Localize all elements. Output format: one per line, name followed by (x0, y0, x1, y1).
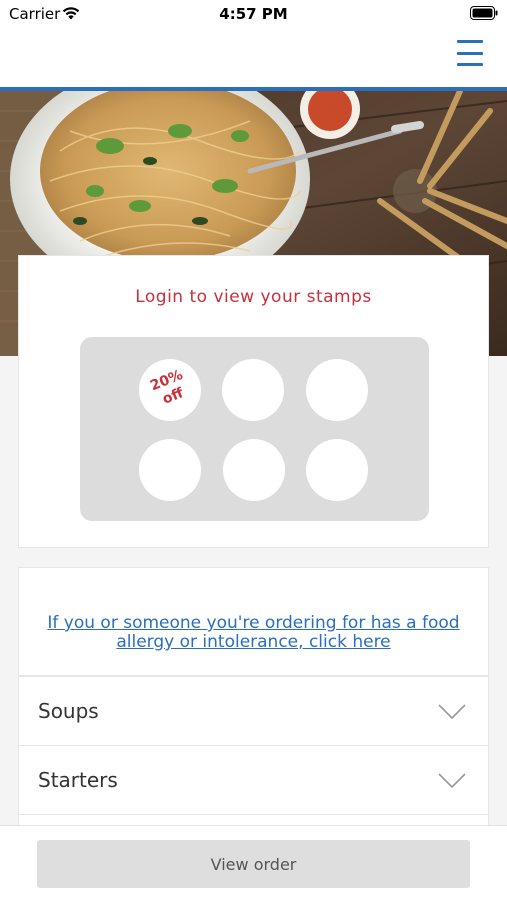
stamp-slot (223, 439, 285, 501)
stamp-reward: 20% off (139, 359, 201, 421)
status-bar: Carrier 4:57 PM (0, 0, 507, 30)
allergy-info-link[interactable]: If you or someone you're ordering for ha… (39, 614, 468, 652)
category-starters[interactable]: Starters (18, 745, 489, 815)
allergy-link-line1: If you or someone you're ordering for ha… (47, 613, 460, 633)
stamp-slot (222, 359, 284, 421)
allergy-card: If you or someone you're ordering for ha… (18, 567, 489, 676)
allergy-link-line2: allergy or intolerance, click here (116, 632, 391, 652)
app-header (0, 30, 507, 87)
stamp-slot (306, 439, 368, 501)
footer-bar: View order (0, 825, 507, 900)
battery-icon (470, 6, 498, 20)
category-label: Starters (38, 768, 118, 792)
stamp-reward-label: 20% off (135, 362, 205, 417)
chevron-down-icon (438, 773, 466, 789)
stamp-login-prompt[interactable]: Login to view your stamps (19, 287, 488, 307)
stamp-card: Login to view your stamps 20% off (18, 255, 489, 548)
view-order-button[interactable]: View order (37, 840, 470, 888)
chevron-down-icon (438, 704, 466, 720)
stamp-slot (306, 359, 368, 421)
hamburger-menu-icon[interactable] (455, 38, 485, 68)
stamp-slot (139, 439, 201, 501)
category-label: Soups (38, 699, 99, 723)
category-soups[interactable]: Soups (18, 676, 489, 746)
stamp-grid: 20% off (80, 337, 429, 521)
clock: 4:57 PM (219, 5, 288, 23)
